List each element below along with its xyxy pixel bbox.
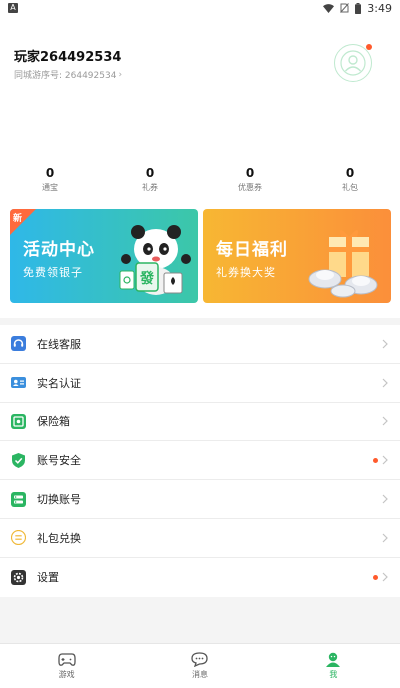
customer-service-icon: [11, 336, 26, 352]
stat-label: 优惠券: [238, 183, 262, 192]
message-icon: [191, 652, 209, 667]
stat-tongbao[interactable]: 0 通宝: [0, 166, 100, 200]
stat-value: 0: [45, 166, 55, 180]
menu-item-settings[interactable]: 设置: [0, 558, 400, 597]
person-icon: [326, 652, 341, 667]
new-tag-label: 新: [13, 214, 23, 224]
profile-page: A 3:49 玩家264492534 同城游序号: 264492534 › 0 …: [0, 0, 400, 688]
settings-menu: 在线客服 实名认证 保险箱 账号安全 切换账号 礼包兑换 设置: [0, 325, 400, 597]
menu-item-label: 礼包兑换: [37, 531, 81, 545]
gift-exchange-icon: [11, 530, 26, 546]
stat-value: 0: [245, 166, 255, 180]
menu-item-safe-box[interactable]: 保险箱: [0, 403, 400, 442]
id-card-icon: [11, 375, 26, 390]
menu-item-label: 设置: [37, 571, 59, 585]
shield-icon: [11, 452, 26, 468]
chevron-right-icon: [382, 325, 388, 363]
wifi-icon: [323, 3, 335, 13]
gift-box-silver-icon: [308, 230, 378, 298]
menu-item-label: 实名认证: [37, 376, 81, 390]
activity-center-banner[interactable]: 新 活动中心 免费领银子 發: [10, 209, 198, 303]
menu-item-customer-service[interactable]: 在线客服: [0, 325, 400, 364]
no-sim-icon: [340, 3, 350, 13]
menu-item-switch-account[interactable]: 切换账号: [0, 480, 400, 519]
status-bar: A 3:49: [0, 0, 400, 16]
chevron-right-icon: [382, 558, 388, 597]
chevron-right-icon: [382, 403, 388, 441]
stat-gift[interactable]: 0 礼包: [300, 166, 400, 200]
menu-item-label: 保险箱: [37, 415, 70, 429]
tab-games[interactable]: 游戏: [0, 644, 133, 688]
notification-dot: [373, 458, 378, 464]
chevron-right-icon: [382, 519, 388, 557]
stat-label: 礼券: [142, 183, 158, 192]
stat-label: 礼包: [342, 183, 358, 192]
stat-liquan[interactable]: 0 礼券: [100, 166, 200, 200]
bottom-tab-bar: 游戏 消息 我: [0, 643, 400, 688]
app-badge-icon: A: [8, 3, 18, 13]
gear-icon: [11, 569, 26, 585]
profile-header: 玩家264492534 同城游序号: 264492534 › 0 通宝 0 礼券: [0, 16, 400, 200]
chevron-right-icon: [382, 480, 388, 518]
stat-label: 通宝: [42, 183, 58, 192]
user-avatar-icon: [340, 50, 366, 76]
banner-subtitle: 礼券换大奖: [216, 266, 276, 279]
tab-me[interactable]: 我: [267, 644, 400, 688]
menu-item-label: 账号安全: [37, 454, 81, 468]
tab-label: 消息: [191, 670, 208, 679]
notification-dot: [373, 574, 378, 580]
banner-subtitle: 免费领银子: [23, 266, 83, 279]
tab-label: 我: [329, 670, 338, 679]
stat-value: 0: [345, 166, 355, 180]
banner-title: 每日福利: [216, 240, 288, 260]
stat-value: 0: [145, 166, 155, 180]
player-id-link[interactable]: 同城游序号: 264492534 ›: [14, 68, 123, 82]
daily-welfare-banner[interactable]: 每日福利 礼券换大奖: [203, 209, 391, 303]
chevron-right-icon: [382, 441, 388, 479]
menu-item-account-security[interactable]: 账号安全: [0, 441, 400, 481]
safe-box-icon: [11, 413, 26, 429]
battery-icon: [355, 2, 362, 14]
player-name: 玩家264492534: [14, 50, 122, 65]
gamepad-icon: [58, 652, 76, 666]
svg-text:發: 發: [139, 270, 155, 287]
menu-item-gift-exchange[interactable]: 礼包兑换: [0, 519, 400, 558]
tab-messages[interactable]: 消息: [133, 644, 266, 688]
stats-row: 0 通宝 0 礼券 0 优惠券 0 礼包: [0, 166, 400, 200]
banner-section: 新 活动中心 免费领银子 發 每日福利 礼券换大奖: [0, 200, 400, 318]
menu-item-real-name-auth[interactable]: 实名认证: [0, 364, 400, 403]
tab-label: 游戏: [58, 669, 75, 679]
chevron-right-icon: ›: [118, 69, 123, 80]
menu-item-label: 切换账号: [37, 493, 81, 507]
panda-mascot-icon: 發: [119, 225, 191, 295]
menu-item-label: 在线客服: [37, 337, 81, 351]
avatar[interactable]: [334, 44, 372, 82]
player-id-text: 同城游序号: 264492534: [14, 71, 117, 81]
banner-title: 活动中心: [23, 240, 95, 260]
avatar-notification-dot: [366, 44, 372, 50]
stat-coupon[interactable]: 0 优惠券: [200, 166, 300, 200]
switch-account-icon: [11, 491, 26, 507]
chevron-right-icon: [382, 364, 388, 402]
clock: 3:49: [367, 1, 392, 15]
